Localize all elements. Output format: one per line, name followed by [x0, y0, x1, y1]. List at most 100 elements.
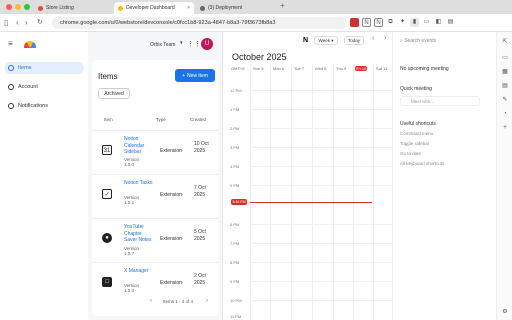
day-header-fri-today[interactable]: Fri 10	[355, 66, 368, 71]
meet-with-input[interactable]: Meet with...	[400, 96, 480, 106]
archived-button[interactable]: Archived	[98, 88, 130, 99]
extension-icon[interactable]	[350, 18, 359, 27]
search-events-input[interactable]: ⌕ Search events	[400, 38, 436, 44]
browser-tab-store-listing[interactable]: Store Listing	[34, 2, 112, 14]
day-header-thu[interactable]: Thu 9	[336, 66, 346, 71]
maximize-window-button[interactable]	[24, 4, 30, 10]
item-name-link[interactable]: Notion Calendar Sidebar	[124, 136, 154, 156]
hour-gridline	[250, 147, 392, 148]
puzzle-icon[interactable]: ✦	[398, 18, 407, 27]
hamburger-menu-icon[interactable]: ≡	[8, 39, 13, 48]
prev-page-icon[interactable]: ‹	[150, 298, 152, 304]
day-header-sun[interactable]: Sun 5	[253, 66, 263, 71]
apps-grid-icon[interactable]: ⋮⋮	[187, 40, 201, 48]
column-header-type: Type	[156, 117, 166, 122]
table-row[interactable]: □ X Manager Version 1.0.3 Extension 2 Oc…	[92, 262, 218, 306]
team-dropdown-icon[interactable]: ▾	[180, 40, 183, 46]
shortcuts-heading: Useful shortcuts	[400, 121, 436, 127]
split-view-icon[interactable]: ◧	[434, 18, 443, 27]
dashboard-favicon-icon	[118, 5, 123, 11]
next-page-icon[interactable]: ›	[206, 298, 208, 304]
hour-label: 8 PM	[230, 260, 240, 265]
sidebar-item-notifications[interactable]: Notifications	[4, 100, 84, 112]
new-tab-icon[interactable]: +	[280, 1, 285, 11]
item-created-date: 7 Oct 2025	[194, 185, 206, 198]
bell-icon	[8, 103, 14, 109]
hour-label: 6 PM	[230, 222, 240, 227]
items-icon	[8, 65, 14, 71]
table-row[interactable]: ✓ Notion Tasks Version 1.0.2 Extension 7…	[92, 174, 218, 218]
notes-icon[interactable]: ✎	[501, 96, 509, 104]
avatar[interactable]: U	[201, 38, 213, 50]
next-week-icon[interactable]: ›	[384, 35, 386, 42]
hour-gridline	[250, 300, 392, 301]
minimize-window-button[interactable]	[15, 4, 21, 10]
notion-extension-icon[interactable]: N	[362, 18, 371, 27]
close-tab-icon[interactable]: ×	[187, 5, 190, 11]
forward-icon[interactable]: ›	[25, 18, 28, 28]
shortcut-all-shortcuts[interactable]: All keyboard shortcuts	[400, 161, 444, 166]
day-header-wed[interactable]: Wed 8	[315, 66, 327, 71]
reading-list-icon[interactable]: ▤	[501, 82, 509, 90]
sidebar-item-items[interactable]: Items	[4, 62, 84, 74]
today-button[interactable]: Today	[344, 36, 364, 45]
tab-title: Store Listing	[46, 5, 74, 11]
hour-label: 3 PM	[230, 145, 240, 150]
youtube-app-icon: ●	[102, 233, 112, 243]
browser-toolbar: ▯ ‹ › ↻ chrome.google.com/u/0/webstore/d…	[0, 14, 512, 32]
version-value: 1.0.7	[124, 251, 135, 256]
store-favicon-icon	[38, 5, 43, 11]
close-window-button[interactable]	[6, 4, 12, 10]
sidebar: ≡ Items Account Notifications	[0, 32, 88, 320]
address-bar[interactable]: chrome.google.com/u/0/webstore/devconsol…	[52, 17, 347, 29]
table-row[interactable]: ● YouTube Chapter Saver Notes Version 1.…	[92, 218, 218, 262]
item-name-link[interactable]: Notion Tasks	[124, 180, 154, 187]
sidebar-panel-icon[interactable]: ▮	[410, 18, 419, 27]
pagination-text: Items 1 - 4 of 4	[163, 299, 194, 304]
history-icon[interactable]: ◔	[501, 110, 509, 118]
add-icon[interactable]: +	[501, 124, 509, 132]
sidebar-item-account[interactable]: Account	[4, 81, 84, 93]
table-row[interactable]: 31 Notion Calendar Sidebar Version 1.0.0…	[92, 130, 218, 174]
right-panel	[392, 32, 496, 320]
page-title: Items	[98, 72, 118, 81]
hour-gridline	[250, 224, 392, 225]
browser-tab-developer-dashboard[interactable]: Developer Dashboard ×	[114, 2, 194, 14]
window-icon[interactable]: ▭	[422, 18, 431, 27]
hour-label: 11 PM	[230, 314, 242, 319]
settings-icon[interactable]: ⚙	[501, 308, 509, 316]
copy-icon[interactable]: ⧉	[386, 18, 395, 27]
bookmark-icon[interactable]: ▭	[501, 54, 509, 62]
shortcut-toggle-sidebar: Toggle sidebar	[400, 141, 430, 146]
item-name-link[interactable]: YouTube Chapter Saver Notes	[124, 224, 154, 244]
calendar-app-icon: 31	[102, 145, 112, 155]
hour-label: 10 PM	[230, 298, 242, 303]
tabs-icon[interactable]: ▤	[446, 18, 455, 27]
new-item-button[interactable]: + New item	[175, 69, 215, 82]
reload-icon[interactable]: ↻	[37, 18, 43, 28]
back-icon[interactable]: ‹	[16, 18, 19, 28]
search-placeholder: Search events	[404, 38, 437, 44]
prev-week-icon[interactable]: ‹	[372, 35, 374, 42]
webstore-logo-icon	[24, 41, 36, 48]
team-selector[interactable]: Orbix Team	[150, 42, 175, 48]
view-selector[interactable]: Week ▾	[314, 36, 338, 45]
github-favicon-icon	[200, 5, 205, 11]
hour-gridline	[250, 281, 392, 282]
quick-meeting-heading: Quick meeting	[400, 86, 432, 92]
browser-window: Store Listing Developer Dashboard × (3) …	[0, 0, 512, 320]
notion-tasks-extension-icon[interactable]: N	[374, 18, 383, 27]
browser-tab-deployment[interactable]: (3) Deployment	[196, 2, 276, 14]
day-header-mon[interactable]: Mon 6	[273, 66, 284, 71]
calendar-icon[interactable]: ▦	[501, 68, 509, 76]
pin-icon[interactable]: ⇱	[501, 38, 509, 46]
hour-label: 1 PM	[230, 107, 240, 112]
hour-label: 2 PM	[230, 126, 240, 131]
sidebar-item-label: Account	[18, 84, 38, 90]
hour-gridline	[250, 109, 392, 110]
sidebar-toggle-icon[interactable]: ▯	[4, 18, 8, 28]
day-header-sat[interactable]: Sat 11	[376, 66, 387, 71]
view-label: Week	[318, 38, 330, 43]
item-name-link[interactable]: X Manager	[124, 268, 154, 275]
day-header-tue[interactable]: Tue 7	[294, 66, 304, 71]
